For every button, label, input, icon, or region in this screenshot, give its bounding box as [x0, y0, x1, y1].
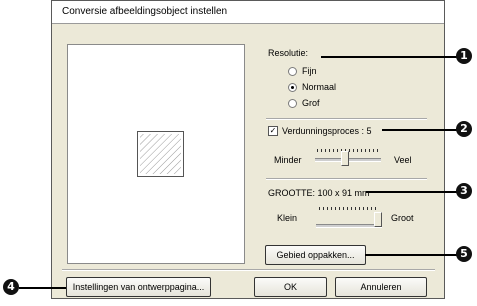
image-thumbnail: [137, 131, 184, 177]
dialog-title: Conversie afbeeldingsobject instellen: [62, 6, 228, 17]
separator-1: [266, 118, 427, 120]
callout-badge-4: 4: [3, 279, 19, 295]
size-min-label: Klein: [277, 213, 298, 223]
thinning-slider-thumb[interactable]: [340, 151, 349, 166]
radio-coarse-label: Grof: [302, 98, 320, 108]
radio-normal[interactable]: [288, 83, 297, 92]
title-bar: Conversie afbeeldingsobject instellen: [52, 1, 444, 24]
ok-button[interactable]: OK: [254, 277, 327, 297]
image-preview: [67, 44, 245, 264]
size-slider-track[interactable]: [316, 224, 382, 228]
separator-3: [62, 269, 435, 271]
radio-normal-label: Normaal: [302, 82, 337, 92]
thinning-label: Verdunningsproces : 5: [282, 126, 372, 136]
design-page-settings-button[interactable]: Instellingen van ontwerppagina...: [66, 277, 211, 297]
callout-badge-5: 5: [456, 246, 472, 262]
size-label: GROOTTE: 100 x 91 mm: [268, 188, 370, 198]
hatch-pattern: [140, 134, 181, 174]
callout-line-3: [366, 191, 457, 193]
cancel-button[interactable]: Annuleren: [335, 277, 427, 297]
pick-area-button[interactable]: Gebied oppakken...: [265, 245, 366, 265]
size-slider-thumb[interactable]: [374, 212, 382, 227]
thinning-checkbox[interactable]: ✓: [268, 126, 278, 136]
callout-line-1: [321, 56, 457, 58]
callout-line-5: [365, 254, 457, 256]
radio-fine-label: Fijn: [302, 66, 317, 76]
callout-badge-3: 3: [456, 183, 472, 199]
radio-coarse[interactable]: [288, 99, 297, 108]
resolution-label: Resolutie:: [268, 48, 309, 58]
thinning-min-label: Minder: [274, 155, 302, 165]
callout-badge-2: 2: [456, 121, 472, 137]
thinning-max-label: Veel: [394, 155, 412, 165]
callout-line-2: [382, 129, 457, 131]
size-ticks: [319, 207, 379, 210]
callout-line-4: [19, 287, 66, 289]
separator-2: [266, 178, 427, 180]
callout-badge-1: 1: [456, 48, 472, 64]
radio-fine[interactable]: [288, 67, 297, 76]
size-max-label: Groot: [391, 213, 414, 223]
